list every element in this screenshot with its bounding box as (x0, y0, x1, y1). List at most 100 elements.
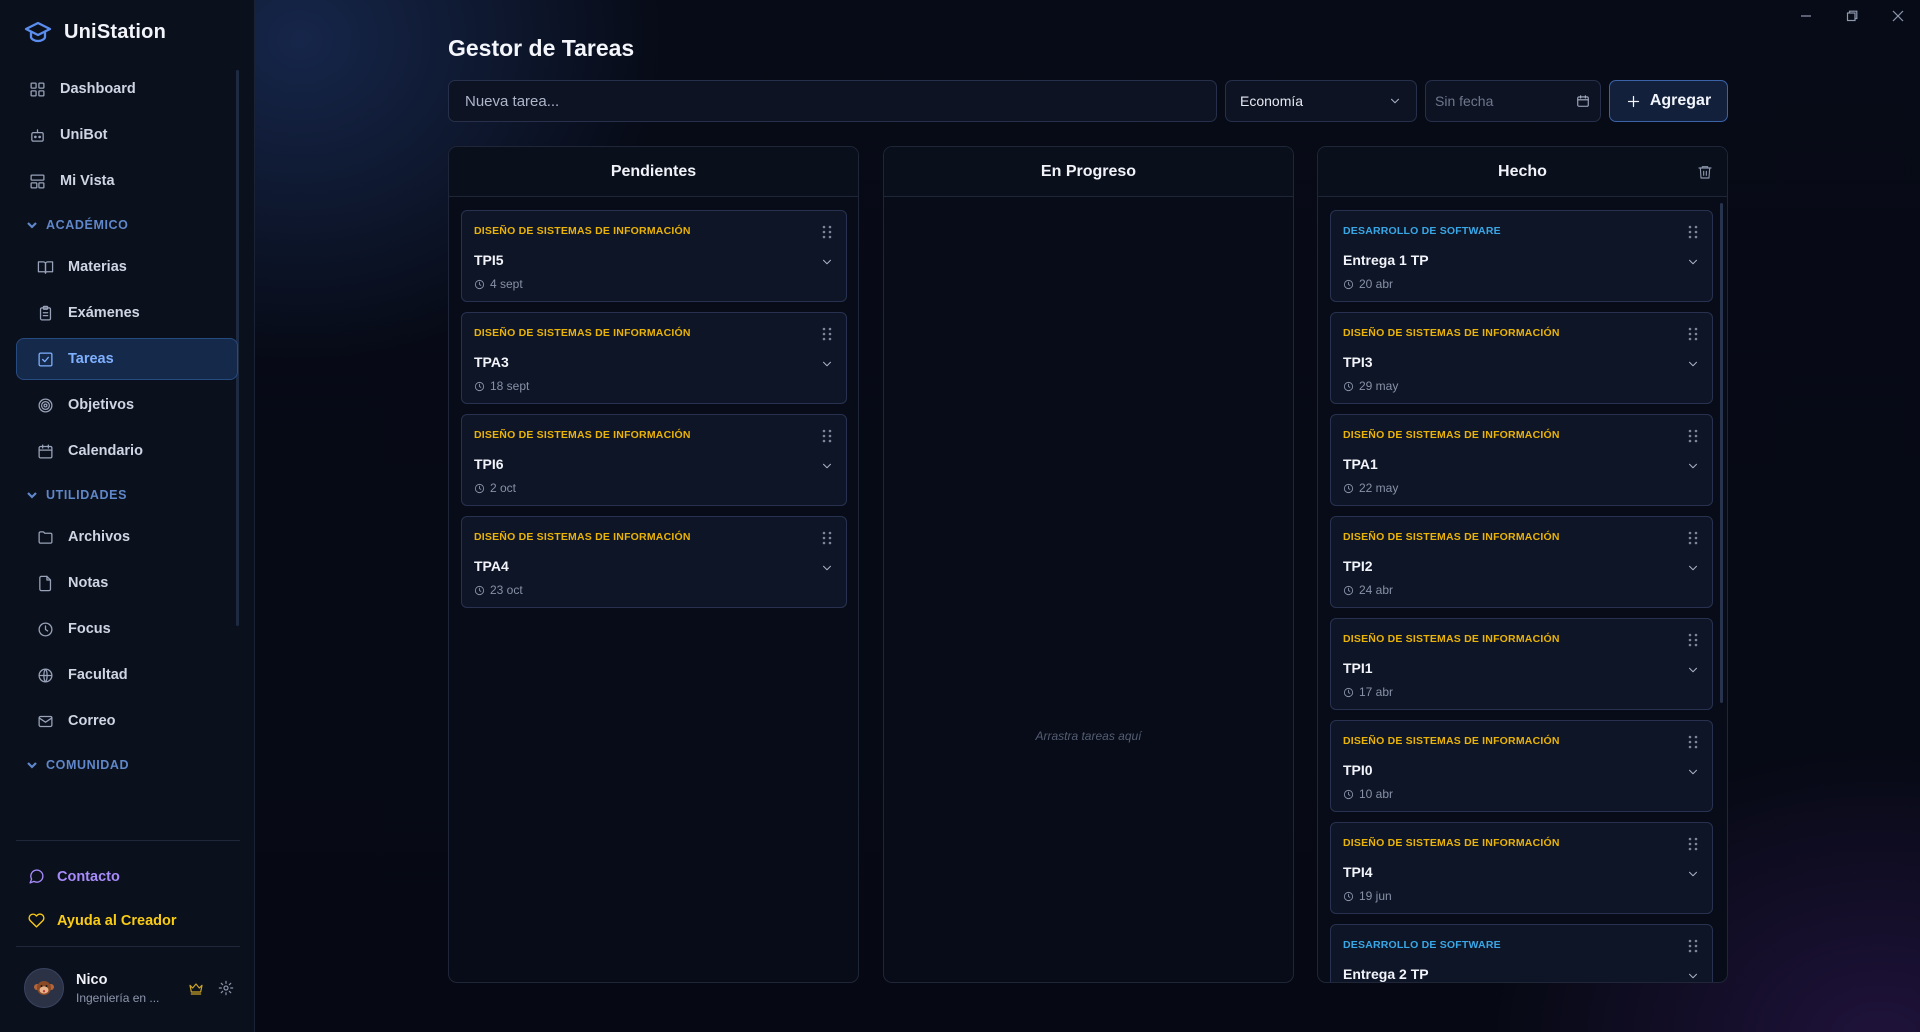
drag-handle-icon[interactable] (1688, 735, 1698, 749)
expand-task-button[interactable] (1686, 969, 1700, 982)
drag-handle-icon[interactable] (822, 531, 832, 545)
sidebar-item-objetivos[interactable]: Objetivos (16, 384, 238, 426)
drag-handle-icon[interactable] (822, 327, 832, 341)
close-window-button[interactable] (1890, 6, 1906, 26)
sidebar-item-focus[interactable]: Focus (16, 608, 238, 650)
task-card[interactable]: DISEÑO DE SISTEMAS DE INFORMACIÓN TPI0 1… (1330, 720, 1713, 812)
expand-task-button[interactable] (1686, 255, 1700, 269)
expand-task-button[interactable] (1686, 663, 1700, 677)
clock-icon (1343, 891, 1354, 901)
user-profile: Nico Ingeniería en ... (24, 966, 234, 1010)
column-body[interactable]: Arrastra tareas aquí (884, 198, 1293, 982)
subject-select[interactable]: Economía (1225, 80, 1417, 122)
column-pendientes[interactable]: Pendientes DISEÑO DE SISTEMAS DE INFORMA… (448, 146, 859, 983)
task-card[interactable]: DISEÑO DE SISTEMAS DE INFORMACIÓN TPI2 2… (1330, 516, 1713, 608)
clipboard-icon (39, 305, 52, 321)
drag-handle-icon[interactable] (1688, 429, 1698, 443)
sidebar-item-tareas[interactable]: Tareas (16, 338, 238, 380)
clear-done-button[interactable] (1697, 164, 1713, 180)
calendar-icon (38, 443, 53, 459)
column-hecho[interactable]: Hecho DESARROLLO DE SOFTWARE Entrega 1 T… (1317, 146, 1728, 983)
column-en-progreso[interactable]: En Progreso Arrastra tareas aquí (883, 146, 1294, 983)
gear-icon[interactable] (218, 980, 234, 996)
expand-task-button[interactable] (820, 459, 834, 473)
task-card[interactable]: DESARROLLO DE SOFTWARE Entrega 1 TP 20 a… (1330, 210, 1713, 302)
support-label: Ayuda al Creador (57, 912, 177, 929)
sidebar-item-dashboard[interactable]: Dashboard (16, 68, 238, 110)
column-body[interactable]: DESARROLLO DE SOFTWARE Entrega 1 TP 20 a… (1318, 198, 1727, 982)
sidebar-item-label: Tareas (68, 351, 114, 367)
task-card[interactable]: DISEÑO DE SISTEMAS DE INFORMACIÓN TPI4 1… (1330, 822, 1713, 914)
sidebar-item-facultad[interactable]: Facultad (16, 654, 238, 696)
drag-handle-icon[interactable] (1688, 837, 1698, 851)
section-academico[interactable]: ACADÉMICO (16, 210, 238, 240)
sidebar: UniStation Dashboard UniBot Mi Vista ACA… (0, 0, 255, 1032)
task-card[interactable]: DISEÑO DE SISTEMAS DE INFORMACIÓN TPI3 2… (1330, 312, 1713, 404)
chevron-down-icon (1688, 259, 1698, 265)
column-title: Hecho (1498, 162, 1547, 180)
restore-button[interactable] (1844, 6, 1860, 26)
task-card[interactable]: DESARROLLO DE SOFTWARE Entrega 2 TP (1330, 924, 1713, 982)
sidebar-item-label: Dashboard (60, 81, 136, 97)
sidebar-item-unibot[interactable]: UniBot (16, 114, 238, 156)
expand-task-button[interactable] (820, 561, 834, 575)
expand-task-button[interactable] (1686, 459, 1700, 473)
task-title: TPI0 (1343, 762, 1373, 778)
task-card[interactable]: DISEÑO DE SISTEMAS DE INFORMACIÓN TPI1 1… (1330, 618, 1713, 710)
folder-icon (38, 530, 53, 544)
section-comunidad[interactable]: COMUNIDAD (16, 750, 238, 780)
crown-icon[interactable] (188, 980, 204, 996)
expand-task-button[interactable] (820, 255, 834, 269)
sidebar-item-materias[interactable]: Materias (16, 246, 238, 288)
sidebar-divider (16, 840, 240, 841)
sidebar-item-examenes[interactable]: Exámenes (16, 292, 238, 334)
sidebar-item-mi-vista[interactable]: Mi Vista (16, 160, 238, 202)
expand-task-button[interactable] (1686, 357, 1700, 371)
drag-handle-icon[interactable] (1688, 939, 1698, 953)
chevron-down-icon (1688, 973, 1698, 979)
sidebar-item-notas[interactable]: Notas (16, 562, 238, 604)
sidebar-item-calendario[interactable]: Calendario (16, 430, 238, 472)
drag-handle-icon[interactable] (1688, 531, 1698, 545)
task-card[interactable]: DISEÑO DE SISTEMAS DE INFORMACIÓN TPA1 2… (1330, 414, 1713, 506)
clock-icon (1343, 279, 1354, 289)
brand[interactable]: UniStation (24, 18, 166, 46)
drag-handle-icon[interactable] (822, 429, 832, 443)
minimize-button[interactable] (1798, 6, 1814, 26)
contact-link[interactable]: Contacto (28, 868, 120, 885)
column-scrollbar[interactable] (1720, 203, 1723, 703)
expand-task-button[interactable] (1686, 867, 1700, 881)
expand-task-button[interactable] (820, 357, 834, 371)
drag-handle-icon[interactable] (1688, 225, 1698, 239)
drag-handle-icon[interactable] (822, 225, 832, 239)
chat-bubble-icon (29, 869, 44, 884)
calendar-icon (1577, 95, 1589, 107)
add-task-button[interactable]: Agregar (1609, 80, 1728, 122)
task-category: DISEÑO DE SISTEMAS DE INFORMACIÓN (1343, 837, 1560, 849)
clock-icon (474, 483, 485, 493)
expand-task-button[interactable] (1686, 561, 1700, 575)
task-card[interactable]: DISEÑO DE SISTEMAS DE INFORMACIÓN TPA4 2… (461, 516, 847, 608)
avatar[interactable] (24, 968, 64, 1008)
task-card[interactable]: DISEÑO DE SISTEMAS DE INFORMACIÓN TPA3 1… (461, 312, 847, 404)
new-task-input[interactable] (448, 80, 1217, 122)
chevron-down-icon (1688, 361, 1698, 367)
task-title: TPA3 (474, 354, 509, 370)
sidebar-item-archivos[interactable]: Archivos (16, 516, 238, 558)
column-header: Hecho (1318, 147, 1727, 197)
chevron-down-icon (27, 762, 37, 769)
drag-handle-icon[interactable] (1688, 327, 1698, 341)
task-card[interactable]: DISEÑO DE SISTEMAS DE INFORMACIÓN TPI6 2… (461, 414, 847, 506)
task-category: DISEÑO DE SISTEMAS DE INFORMACIÓN (474, 531, 691, 543)
task-category: DISEÑO DE SISTEMAS DE INFORMACIÓN (474, 327, 691, 339)
column-body[interactable]: DISEÑO DE SISTEMAS DE INFORMACIÓN TPI5 4… (449, 198, 858, 982)
task-date-text: 19 jun (1359, 889, 1392, 903)
section-utilidades[interactable]: UTILIDADES (16, 480, 238, 510)
close-icon (1892, 10, 1904, 22)
expand-task-button[interactable] (1686, 765, 1700, 779)
drag-handle-icon[interactable] (1688, 633, 1698, 647)
due-date-field[interactable]: Sin fecha (1425, 80, 1601, 122)
task-card[interactable]: DISEÑO DE SISTEMAS DE INFORMACIÓN TPI5 4… (461, 210, 847, 302)
support-creator-link[interactable]: Ayuda al Creador (28, 912, 177, 929)
sidebar-item-correo[interactable]: Correo (16, 700, 238, 742)
